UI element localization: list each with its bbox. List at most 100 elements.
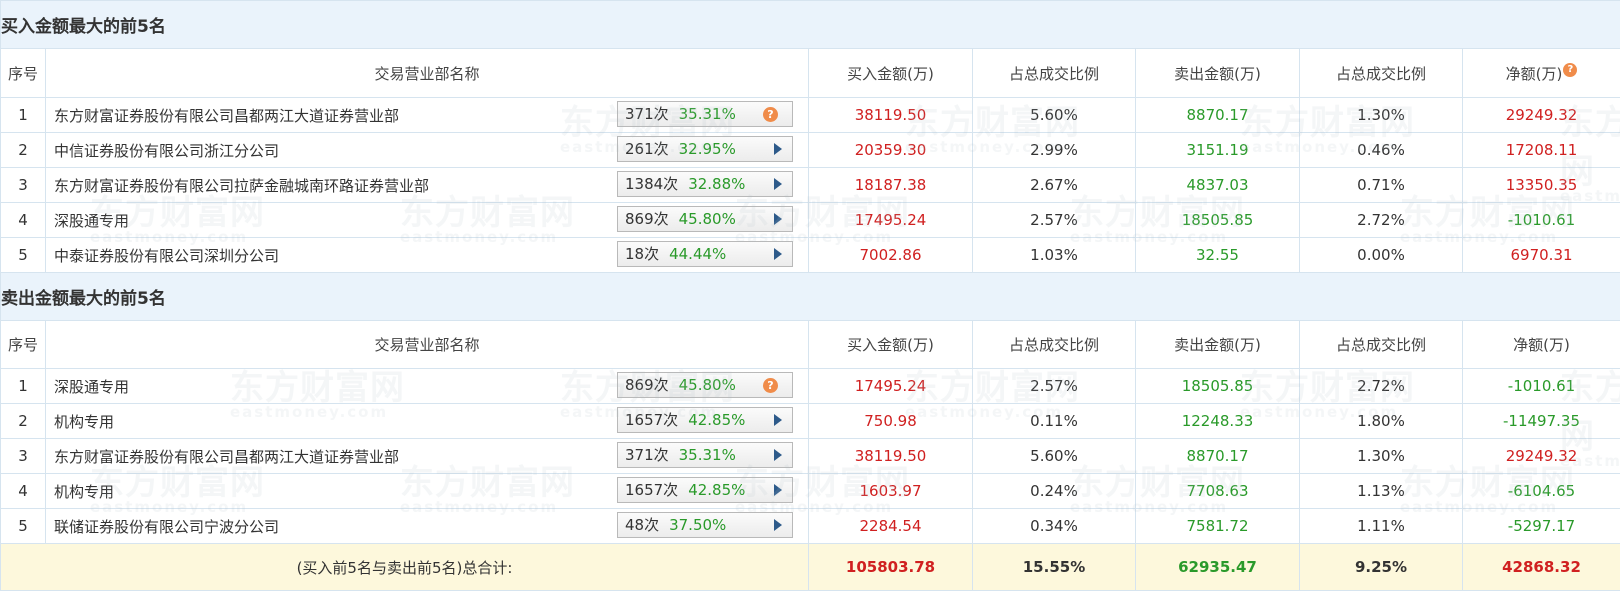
- column-header-label: 交易营业部名称: [374, 336, 480, 354]
- broker-name-link[interactable]: 联储证券股份有限公司宁波分公司: [54, 516, 279, 537]
- rank-cell: 4: [0, 202, 46, 238]
- listing-count: 1657次: [625, 411, 679, 429]
- buy-amount: 17495.24: [808, 368, 973, 404]
- buy-amount: 750.98: [808, 403, 973, 439]
- play-icon[interactable]: [774, 449, 782, 461]
- buy-amount: 2284.54: [808, 508, 973, 544]
- net-amount: 29249.32: [1461, 97, 1620, 133]
- total-sell-ratio: 9.25%: [1299, 543, 1463, 591]
- sell-ratio: 1.13%: [1299, 473, 1463, 509]
- column-header: 占总成交比例: [1299, 48, 1463, 98]
- question-icon[interactable]: ?: [763, 107, 778, 122]
- net-amount: -1010.61: [1461, 368, 1620, 404]
- column-header-label: 占总成交比例: [1008, 336, 1099, 354]
- play-icon[interactable]: [774, 484, 782, 496]
- table-row: 1 深股通专用 869次 45.80%? 17495.24 2.57% 18505.85 2.…: [0, 368, 1620, 404]
- column-header: 交易营业部名称: [45, 48, 809, 98]
- buy-ratio: 0.24%: [972, 473, 1136, 509]
- broker-name-link[interactable]: 深股通专用: [54, 376, 129, 397]
- broker-name-link[interactable]: 东方财富证券股份有限公司拉萨金融城南环路证券营业部: [54, 175, 429, 196]
- win-rate: 32.88%: [688, 175, 746, 193]
- broker-name-link[interactable]: 机构专用: [54, 411, 114, 432]
- column-header-label: 占总成交比例: [1008, 64, 1099, 83]
- broker-stats-badge[interactable]: 1384次 32.88%: [617, 171, 793, 197]
- net-amount: -11497.35: [1461, 403, 1620, 439]
- table-row: 5 中泰证券股份有限公司深圳分公司 18次 44.44% 7002.86 1.03% 32.…: [0, 237, 1620, 273]
- broker-stats-badge[interactable]: 1657次 42.85%: [617, 477, 793, 503]
- sell-ratio: 1.80%: [1299, 403, 1463, 439]
- broker-stats-badge[interactable]: 371次 35.31%?: [617, 101, 793, 127]
- broker-name-link[interactable]: 中泰证券股份有限公司深圳分公司: [54, 245, 279, 266]
- column-header-label: 净额(万): [1505, 64, 1563, 83]
- total-row: (买入前5名与卖出前5名)总合计: 105803.78 15.55% 62935.47…: [0, 543, 1620, 591]
- broker-name-link[interactable]: 东方财富证券股份有限公司昌都两江大道证券营业部: [54, 446, 399, 467]
- buy-amount: 38119.50: [808, 438, 973, 474]
- buy-amount: 20359.30: [808, 132, 973, 168]
- broker-stats-badge[interactable]: 869次 45.80%?: [617, 372, 793, 398]
- broker-name-link[interactable]: 中信证券股份有限公司浙江分公司: [54, 140, 279, 161]
- play-icon[interactable]: [774, 519, 782, 531]
- total-buy-ratio: 15.55%: [972, 543, 1136, 591]
- buy-ratio: 0.34%: [972, 508, 1136, 544]
- buy-ratio: 2.99%: [972, 132, 1136, 168]
- total-label: (买入前5名与卖出前5名)总合计:: [0, 543, 809, 591]
- buy_section-header-row: 序号 交易营业部名称 买入金额(万) 占总成交比例 卖出金额(万) 占总成交比例 净额(万)…: [0, 48, 1620, 98]
- sell_section-header-row: 序号 交易营业部名称 买入金额(万) 占总成交比例 卖出金额(万) 占总成交比例 净额(万): [0, 320, 1620, 369]
- column-header: 卖出金额(万): [1135, 48, 1300, 98]
- column-header: 占总成交比例: [1299, 320, 1463, 369]
- listing-count: 261次: [625, 140, 669, 158]
- broker-name-link[interactable]: 东方财富证券股份有限公司昌都两江大道证券营业部: [54, 105, 399, 126]
- sell_section-title-row: 卖出金额最大的前5名: [0, 272, 1620, 321]
- broker-stats-badge[interactable]: 1657次 42.85%: [617, 407, 793, 433]
- net-amount: -1010.61: [1461, 202, 1620, 238]
- column-header-label: 交易营业部名称: [374, 64, 480, 83]
- broker-cell: 深股通专用 869次 45.80%?: [45, 368, 809, 404]
- win-rate: 44.44%: [669, 245, 727, 263]
- win-rate: 32.95%: [678, 140, 736, 158]
- column-header-label: 卖出金额(万): [1174, 336, 1261, 354]
- broker-stats-badge[interactable]: 18次 44.44%: [617, 241, 793, 267]
- sell-ratio: 0.46%: [1299, 132, 1463, 168]
- listing-count: 18次: [625, 245, 660, 263]
- buy-ratio: 5.60%: [972, 438, 1136, 474]
- sell-amount: 7581.72: [1135, 508, 1300, 544]
- broker-name-link[interactable]: 机构专用: [54, 481, 114, 502]
- question-icon[interactable]: ?: [1563, 62, 1578, 77]
- column-header: 卖出金额(万): [1135, 320, 1300, 369]
- play-icon[interactable]: [774, 213, 782, 225]
- dragon-tiger-board: 买入金额最大的前5名 序号 交易营业部名称 买入金额(万) 占总成交比例 卖出金额(万) 占…: [0, 0, 1620, 598]
- column-header: 序号: [0, 320, 46, 369]
- play-icon[interactable]: [774, 414, 782, 426]
- rank-cell: 1: [0, 97, 46, 133]
- listing-count: 869次: [625, 376, 669, 394]
- broker-name-link[interactable]: 深股通专用: [54, 210, 129, 231]
- table-row: 4 深股通专用 869次 45.80% 17495.24 2.57% 18505.85 2.7…: [0, 202, 1620, 238]
- play-icon[interactable]: [774, 178, 782, 190]
- play-icon[interactable]: [774, 143, 782, 155]
- buy-ratio: 2.67%: [972, 167, 1136, 203]
- buy-ratio: 2.57%: [972, 368, 1136, 404]
- sell-amount: 18505.85: [1135, 202, 1300, 238]
- sell-amount: 8870.17: [1135, 97, 1300, 133]
- broker-cell: 深股通专用 869次 45.80%: [45, 202, 809, 238]
- sell-ratio: 0.00%: [1299, 237, 1463, 273]
- column-header: 买入金额(万): [808, 320, 973, 369]
- broker-stats-badge[interactable]: 48次 37.50%: [617, 512, 793, 538]
- listing-count: 1657次: [625, 481, 679, 499]
- win-rate: 45.80%: [678, 210, 736, 228]
- broker-stats-badge[interactable]: 869次 45.80%: [617, 206, 793, 232]
- table-row: 3 东方财富证券股份有限公司拉萨金融城南环路证券营业部 1384次 32.88% 181…: [0, 167, 1620, 203]
- broker-stats-badge[interactable]: 371次 35.31%: [617, 442, 793, 468]
- question-icon[interactable]: ?: [763, 378, 778, 393]
- listing-count: 371次: [625, 105, 669, 123]
- buy-ratio: 2.57%: [972, 202, 1136, 238]
- listing-count: 48次: [625, 516, 660, 534]
- column-header: 净额(万)?: [1461, 48, 1620, 98]
- broker-stats-badge[interactable]: 261次 32.95%: [617, 136, 793, 162]
- play-icon[interactable]: [774, 248, 782, 260]
- rank-cell: 3: [0, 167, 46, 203]
- buy_section-title-row: 买入金额最大的前5名: [0, 0, 1620, 49]
- buy-ratio: 5.60%: [972, 97, 1136, 133]
- column-header: 买入金额(万): [808, 48, 973, 98]
- buy-amount: 1603.97: [808, 473, 973, 509]
